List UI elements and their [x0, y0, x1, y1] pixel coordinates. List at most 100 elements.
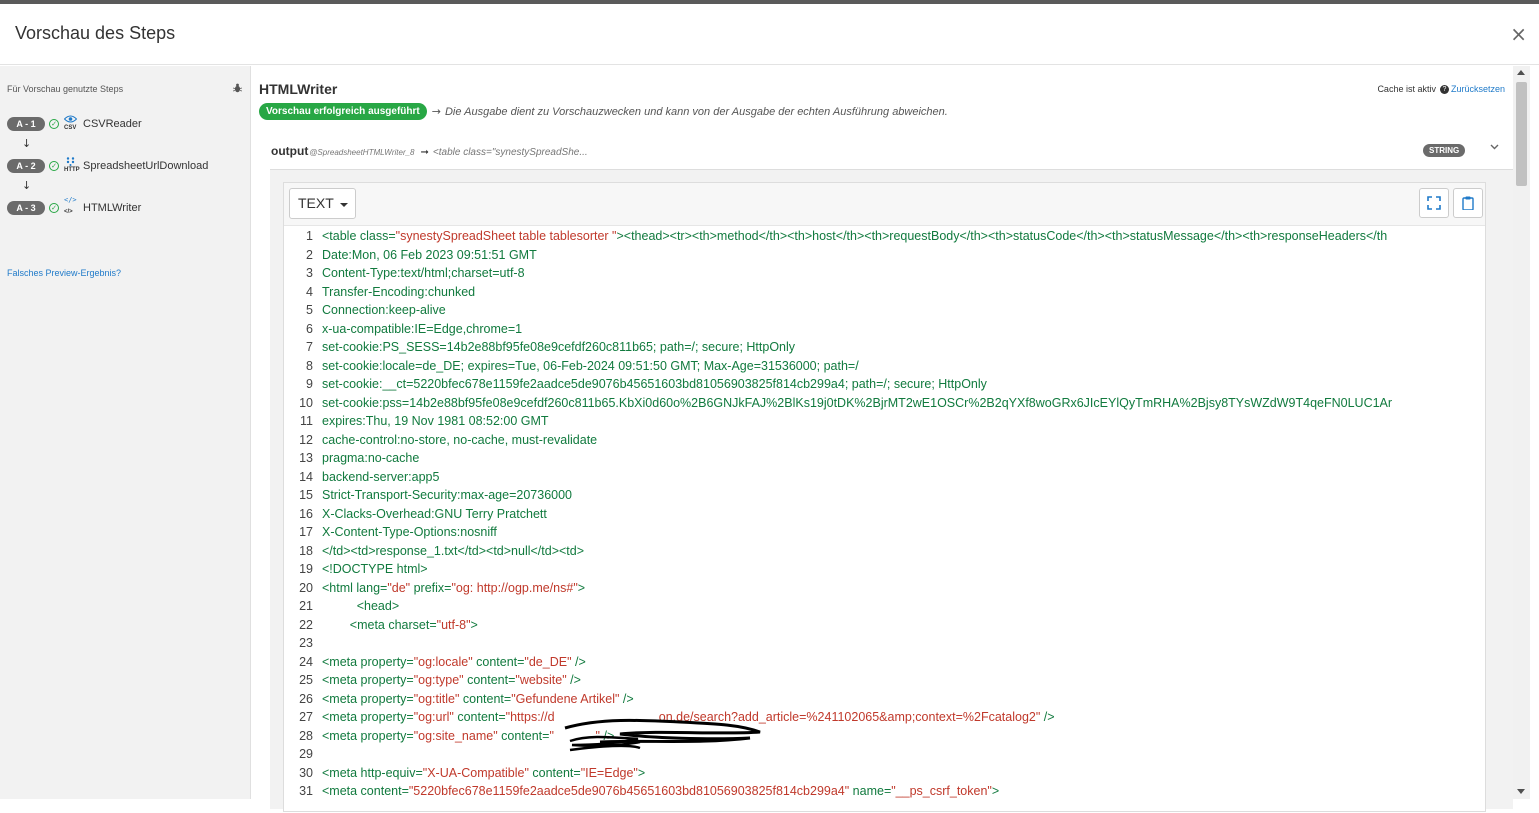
code-area[interactable]: 1 <table class="synestySpreadSheet table … [284, 227, 1485, 813]
code-line: 14 backend-server:app5 [284, 468, 1485, 487]
step-label: HTMLWriter [83, 202, 142, 214]
step-icon-sub: </> [64, 209, 73, 215]
line-number: 6 [306, 321, 313, 336]
code-line: 16 X-Clacks-Overhead:GNU Terry Pratchett [284, 505, 1485, 524]
line-number: 15 [299, 488, 313, 502]
line-number: 4 [306, 284, 313, 299]
code-text: <meta property="og:site_name" content=" … [322, 728, 615, 743]
step-item-a1[interactable]: A - 1 ✓ CSV CSVReader [7, 115, 142, 133]
code-text: Date:Mon, 06 Feb 2023 09:51:51 GMT [322, 247, 537, 262]
arrow-right-icon: → [431, 105, 441, 118]
step-label: SpreadsheetUrlDownload [83, 160, 209, 172]
code-text: <table class="synestySpreadSheet table t… [322, 229, 1388, 243]
code-line: 24 <meta property="og:locale" content="de… [284, 653, 1485, 672]
page-scrollbar[interactable] [1513, 66, 1530, 799]
code-line: 17 X-Content-Type-Options:nosniff [284, 523, 1485, 542]
chevron-down-icon[interactable] [1490, 142, 1499, 153]
code-text: <!DOCTYPE html> [322, 562, 428, 576]
modal-title: Vorschau des Steps [15, 23, 176, 43]
step-icon-sub: HTTP [64, 167, 80, 173]
code-line: 15 Strict-Transport-Security:max-age=2073… [284, 486, 1485, 505]
line-number: 13 [299, 451, 313, 465]
step-badge: A - 3 [7, 201, 45, 215]
reset-cache-link[interactable]: Zurücksetzen [1451, 84, 1505, 94]
modal-header: Vorschau des Steps × [0, 4, 1539, 65]
code-line: 8 set-cookie:locale=de_DE; expires=Tue, 0… [284, 357, 1485, 376]
code-text: <meta property="og:url" content="https:/… [322, 710, 1055, 724]
scroll-up-icon[interactable] [1517, 70, 1525, 75]
code-line: 23 [284, 634, 1485, 653]
line-number: 2 [306, 247, 313, 262]
scroll-down-icon[interactable] [1517, 789, 1525, 794]
format-select[interactable]: TEXT [289, 188, 356, 219]
scroll-thumb[interactable] [1516, 82, 1527, 186]
step-item-a2[interactable]: A - 2 ✓ HTTP SpreadsheetUrlDownload [7, 157, 208, 175]
code-line: 9 set-cookie:__ct=5220bfec678e1159fe2aadc… [284, 375, 1485, 394]
code-line: 21 <head> [284, 597, 1485, 616]
help-icon[interactable]: ? [1439, 84, 1449, 94]
close-icon[interactable]: × [1510, 22, 1527, 46]
check-circle-icon: ✓ [49, 119, 59, 129]
code-text: x-ua-compatible:IE=Edge,chrome=1 [322, 321, 523, 336]
false-preview-link[interactable]: Falsches Preview-Ergebnis? [7, 268, 121, 278]
code-text: <meta charset="utf-8"> [322, 617, 478, 632]
line-number: 8 [306, 358, 313, 373]
line-number: 7 [306, 340, 313, 354]
expand-icon [1427, 196, 1441, 210]
step-title: HTMLWriter [259, 81, 338, 97]
code-line: 18 </td><td>response_1.txt</td><td>null</… [284, 542, 1485, 561]
output-name: output [271, 144, 309, 158]
output-preview: <table class="synestySpreadShe... [432, 147, 588, 158]
line-number: 24 [299, 654, 313, 669]
code-text: <meta property="og:locale" content="de_D… [322, 654, 586, 669]
format-select-value: TEXT [298, 195, 334, 211]
code-line: 28 <meta property="og:site_name" content=… [284, 727, 1485, 746]
code-text: set-cookie:__ct=5220bfec678e1159fe2aadce… [322, 377, 987, 391]
line-number: 29 [299, 747, 313, 761]
step-icon-sub: CSV [64, 125, 77, 131]
sidebar: Für Vorschau genutzte Steps A - 1 ✓ CSV … [0, 66, 251, 799]
arrow-down-icon: ↓ [22, 137, 32, 150]
sidebar-heading: Für Vorschau genutzte Steps [7, 84, 124, 94]
output-header[interactable]: output @SpreadsheetHTMLWriter_8 ➞ <table… [271, 144, 588, 158]
cache-info: Cache ist aktiv ? Zurücksetzen [1377, 84, 1505, 94]
code-line: 31 <meta content="5220bfec678e1159fe2aadc… [284, 782, 1485, 801]
line-number: 25 [299, 673, 313, 687]
code-text: <head> [322, 599, 400, 613]
code-line: 29 [284, 745, 1485, 764]
line-number: 9 [306, 377, 313, 391]
code-line: 2 Date:Mon, 06 Feb 2023 09:51:51 GMT [284, 246, 1485, 265]
status-row: Vorschau erfolgreich ausgeführt → Die Au… [259, 103, 948, 120]
eye-icon: CSV [64, 115, 78, 133]
check-circle-icon: ✓ [49, 203, 59, 213]
code-text: Connection:keep-alive [322, 303, 446, 317]
code-text: <meta http-equiv="X-UA-Compatible" conte… [322, 765, 646, 780]
line-number: 27 [299, 710, 313, 724]
caret-down-icon [340, 203, 348, 207]
code-editor: TEXT 1 <table class="synestySpreadSheet t… [283, 182, 1486, 812]
code-line: 27 <meta property="og:url" content="https… [284, 708, 1485, 727]
line-number: 17 [299, 525, 313, 539]
fullscreen-button[interactable] [1419, 188, 1449, 218]
line-number: 10 [299, 395, 313, 410]
code-line: 26 <meta property="og:title" content="Gef… [284, 690, 1485, 709]
code-text: set-cookie:locale=de_DE; expires=Tue, 06… [322, 358, 859, 373]
code-text: X-Content-Type-Options:nosniff [322, 525, 497, 539]
code-text: cache-control:no-store, no-cache, must-r… [322, 432, 598, 447]
code-line: 4 Transfer-Encoding:chunked [284, 283, 1485, 302]
code-icon: </> </> [64, 196, 77, 215]
code-text: set-cookie:PS_SESS=14b2e88bf95fe08e9cefd… [322, 340, 796, 354]
bug-icon[interactable] [232, 83, 243, 96]
copy-button[interactable] [1453, 188, 1483, 218]
code-text: Content-Type:text/html;charset=utf-8 [322, 266, 525, 280]
line-number: 30 [299, 765, 313, 780]
success-badge: Vorschau erfolgreich ausgeführt [259, 103, 427, 120]
code-line: 12 cache-control:no-store, no-cache, must… [284, 431, 1485, 450]
cache-status-text: Cache ist aktiv [1377, 84, 1436, 94]
dots-icon: HTTP [64, 157, 80, 175]
step-item-a3[interactable]: A - 3 ✓ </> </> HTMLWriter [7, 196, 142, 217]
code-line: 25 <meta property="og:type" content="webs… [284, 671, 1485, 690]
step-badge: A - 2 [7, 159, 45, 173]
code-line: 19 <!DOCTYPE html> [284, 560, 1485, 579]
step-badge: A - 1 [7, 117, 45, 131]
